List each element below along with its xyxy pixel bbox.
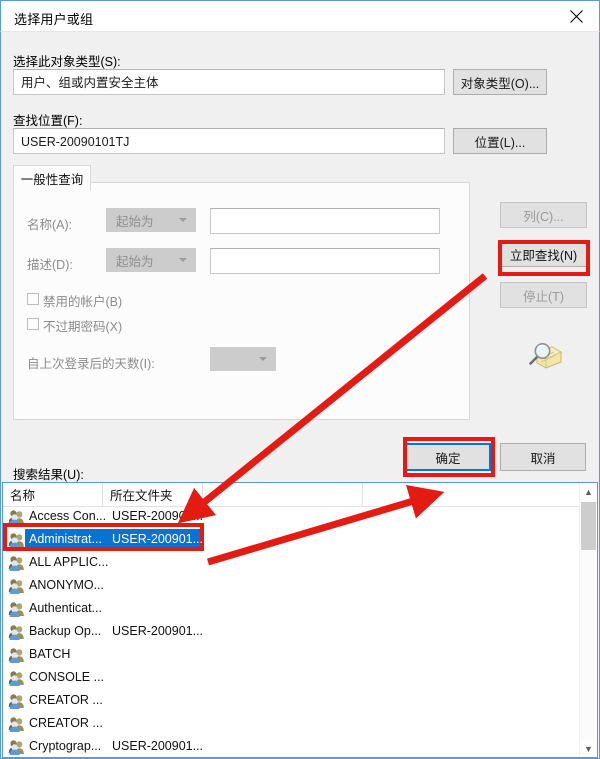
chevron-down-icon bbox=[259, 357, 267, 361]
group-icon bbox=[8, 693, 25, 709]
scrollbar-thumb[interactable] bbox=[581, 502, 596, 550]
scroll-up-icon[interactable]: ▲ bbox=[580, 483, 597, 500]
days-since-logon-label: 自上次登录后的天数(I): bbox=[27, 357, 155, 371]
non-expiring-password-checkbox[interactable] bbox=[27, 318, 39, 330]
table-row[interactable]: CREATOR ... bbox=[3, 690, 597, 713]
table-row[interactable]: Cryptograp... USER-200901... bbox=[3, 736, 597, 757]
days-since-logon-combo[interactable] bbox=[210, 347, 276, 371]
row-name: BATCH bbox=[29, 647, 71, 661]
group-icon bbox=[8, 647, 25, 663]
row-folder: USER-200901... bbox=[112, 624, 204, 638]
location-input[interactable]: USER-20090101TJ bbox=[13, 128, 445, 154]
table-row[interactable]: ANONYMO... bbox=[3, 575, 597, 598]
tab-common-queries[interactable]: 一般性查询 bbox=[13, 165, 91, 191]
object-type-input[interactable]: 用户、组或内置安全主体 bbox=[13, 69, 445, 95]
row-name: ALL APPLIC... bbox=[29, 555, 109, 569]
object-types-button[interactable]: 对象类型(O)... bbox=[453, 69, 547, 95]
group-icon bbox=[8, 716, 25, 732]
row-name: Authenticat... bbox=[29, 601, 102, 615]
page-title: 选择用户或组 bbox=[14, 12, 94, 27]
dialog-body: 选择此对象类型(S): 用户、组或内置安全主体 对象类型(O)... 查找位置(… bbox=[1, 32, 599, 758]
row-name: CREATOR ... bbox=[29, 693, 103, 707]
group-icon bbox=[8, 601, 25, 617]
query-name-condition[interactable]: 起始为 bbox=[106, 208, 196, 232]
search-results-list[interactable]: 名称 所在文件夹 Access Con... USER-200901... Admi… bbox=[2, 482, 598, 758]
column-header-extra[interactable] bbox=[203, 483, 363, 506]
group-icon bbox=[8, 739, 25, 755]
query-desc-condition-value: 起始为 bbox=[116, 254, 154, 269]
table-row[interactable]: ALL APPLIC... bbox=[3, 552, 597, 575]
row-folder: USER-200901... bbox=[112, 509, 204, 523]
list-header: 名称 所在文件夹 bbox=[3, 483, 597, 507]
cancel-button[interactable]: 取消 bbox=[500, 443, 586, 471]
table-row[interactable]: Authenticat... bbox=[3, 598, 597, 621]
table-row[interactable]: CONSOLE ... bbox=[3, 667, 597, 690]
chevron-down-icon bbox=[179, 258, 187, 262]
row-folder: USER-200901... bbox=[112, 739, 204, 753]
object-type-label: 选择此对象类型(S): bbox=[13, 55, 121, 69]
row-name: Administrat... bbox=[29, 532, 102, 546]
magnifier-folder-icon bbox=[524, 338, 564, 374]
group-icon bbox=[8, 624, 25, 640]
query-desc-condition[interactable]: 起始为 bbox=[106, 248, 196, 272]
table-row[interactable]: BATCH bbox=[3, 644, 597, 667]
locations-button[interactable]: 位置(L)... bbox=[453, 128, 547, 154]
find-now-button[interactable]: 立即查找(N) bbox=[500, 241, 587, 267]
disabled-accounts-checkbox[interactable] bbox=[27, 293, 39, 305]
screenshot-root: 选择用户或组 选择此对象类型(S): 用户、组或内置安全主体 对象类型(O)..… bbox=[0, 0, 600, 759]
title-bar: 选择用户或组 bbox=[0, 0, 600, 32]
row-name: Backup Op... bbox=[29, 624, 102, 638]
row-folder: USER-200901... bbox=[112, 532, 204, 546]
close-icon bbox=[570, 10, 583, 23]
group-icon bbox=[8, 555, 25, 571]
columns-button[interactable]: 列(C)... bbox=[500, 202, 587, 228]
group-icon bbox=[8, 532, 25, 548]
query-desc-label: 描述(D): bbox=[27, 258, 73, 272]
search-results-label: 搜索结果(U): bbox=[13, 468, 84, 482]
group-icon bbox=[8, 509, 25, 525]
close-button[interactable] bbox=[554, 1, 599, 32]
row-name: CREATOR ... bbox=[29, 716, 103, 730]
query-desc-input[interactable] bbox=[210, 248, 440, 274]
disabled-accounts-label: 禁用的帐户(B) bbox=[43, 295, 123, 309]
row-name: Cryptograp... bbox=[29, 739, 102, 753]
column-header-folder[interactable]: 所在文件夹 bbox=[103, 483, 203, 506]
stop-button[interactable]: 停止(T) bbox=[500, 282, 587, 308]
non-expiring-password-label: 不过期密码(X) bbox=[43, 320, 123, 334]
chevron-down-icon bbox=[179, 218, 187, 222]
table-row[interactable]: Backup Op... USER-200901... bbox=[3, 621, 597, 644]
table-row[interactable]: CREATOR ... bbox=[3, 713, 597, 736]
location-label: 查找位置(F): bbox=[13, 114, 83, 128]
query-name-input[interactable] bbox=[210, 208, 440, 234]
column-header-name[interactable]: 名称 bbox=[3, 483, 103, 506]
row-name: CONSOLE ... bbox=[29, 670, 105, 684]
group-icon bbox=[8, 670, 25, 686]
table-row[interactable]: Administrat... USER-200901... bbox=[3, 529, 597, 552]
row-name: ANONYMO... bbox=[29, 578, 105, 592]
scroll-down-icon[interactable]: ▼ bbox=[580, 740, 597, 757]
ok-button[interactable]: 确定 bbox=[405, 443, 491, 471]
row-name: Access Con... bbox=[29, 509, 107, 523]
vertical-scrollbar[interactable]: ▲ ▼ bbox=[579, 483, 597, 757]
table-row[interactable]: Access Con... USER-200901... bbox=[3, 506, 597, 529]
query-name-condition-value: 起始为 bbox=[116, 214, 154, 229]
query-name-label: 名称(A): bbox=[27, 218, 73, 232]
group-icon bbox=[8, 578, 25, 594]
